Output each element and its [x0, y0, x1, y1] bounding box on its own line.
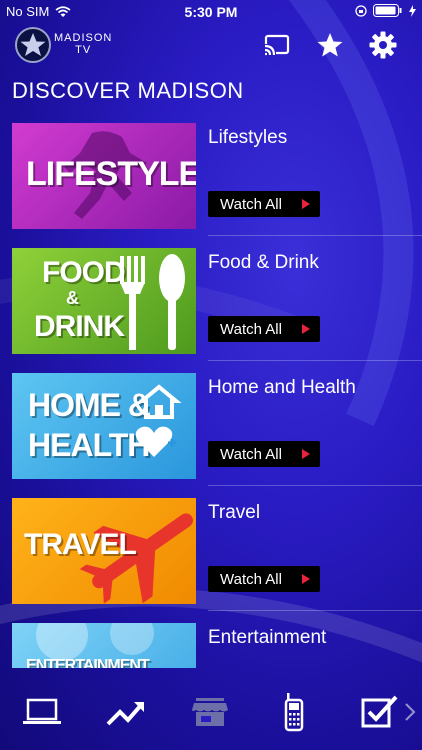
entertainment-thumb-text: ENTERTAINMENT	[26, 657, 150, 668]
category-title: Food & Drink	[208, 252, 319, 273]
category-row-lifestyles[interactable]: LIFESTYLES Lifestyles Watch All	[12, 123, 422, 236]
watch-all-label: Watch All	[220, 320, 282, 338]
watch-all-button[interactable]: Watch All	[208, 316, 320, 342]
category-title: Entertainment	[208, 627, 327, 648]
watch-all-label: Watch All	[220, 445, 282, 463]
category-row-home-health[interactable]: HOME & HEALTH Home and Health Watch All	[12, 373, 422, 486]
madison-tv-logo	[15, 27, 51, 63]
divider	[208, 235, 422, 236]
chevron-right-icon[interactable]	[404, 702, 416, 722]
entertainment-thumbnail[interactable]: ENTERTAINMENT	[12, 623, 196, 668]
home-health-thumbnail[interactable]: HOME & HEALTH	[12, 373, 196, 479]
gear-icon[interactable]	[368, 30, 398, 60]
bottom-tab-bar	[0, 682, 422, 750]
category-row-entertainment[interactable]: ENTERTAINMENT Entertainment	[12, 623, 412, 668]
category-title: Lifestyles	[208, 127, 288, 148]
travel-thumb-text: TRAVEL	[24, 528, 137, 561]
status-bar: No SIM 5:30 PM	[0, 0, 422, 22]
logo-text: MADISON TV	[54, 32, 113, 56]
page-title: DISCOVER MADISON	[12, 78, 244, 103]
play-icon	[302, 574, 310, 584]
play-icon	[302, 449, 310, 459]
phone-icon[interactable]	[272, 690, 316, 734]
watch-all-button[interactable]: Watch All	[208, 191, 320, 217]
trending-icon[interactable]	[104, 690, 148, 734]
orientation-lock-icon	[355, 4, 367, 17]
play-icon	[302, 324, 310, 334]
fork-spoon-icon	[120, 254, 185, 350]
lifestyles-thumbnail[interactable]: LIFESTYLES	[12, 123, 196, 229]
store-icon[interactable]	[188, 690, 232, 734]
divider	[208, 485, 422, 486]
food-drink-thumbnail[interactable]: FOOD & DRINK	[12, 248, 196, 354]
house-heart-icon	[135, 384, 182, 457]
category-row-travel[interactable]: TRAVEL Travel Watch All	[12, 498, 422, 611]
charging-icon	[409, 4, 416, 17]
divider	[208, 360, 422, 361]
app-header: MADISON TV	[0, 24, 422, 66]
laptop-icon[interactable]	[20, 690, 64, 734]
lifestyles-thumb-text: LIFESTYLES	[26, 155, 196, 193]
divider	[208, 610, 422, 611]
checkbox-icon[interactable]	[356, 690, 400, 734]
category-title: Travel	[208, 502, 261, 523]
watch-all-button[interactable]: Watch All	[208, 566, 320, 592]
cast-icon[interactable]	[262, 30, 292, 60]
category-title: Home and Health	[208, 377, 356, 398]
travel-thumbnail[interactable]: TRAVEL	[12, 498, 196, 604]
watch-all-button[interactable]: Watch All	[208, 441, 320, 467]
play-icon	[302, 199, 310, 209]
category-row-food-drink[interactable]: FOOD & DRINK Food & Drink Watch All	[12, 248, 422, 361]
watch-all-label: Watch All	[220, 570, 282, 588]
battery-icon	[373, 4, 402, 17]
star-icon[interactable]	[315, 30, 345, 60]
watch-all-label: Watch All	[220, 195, 282, 213]
